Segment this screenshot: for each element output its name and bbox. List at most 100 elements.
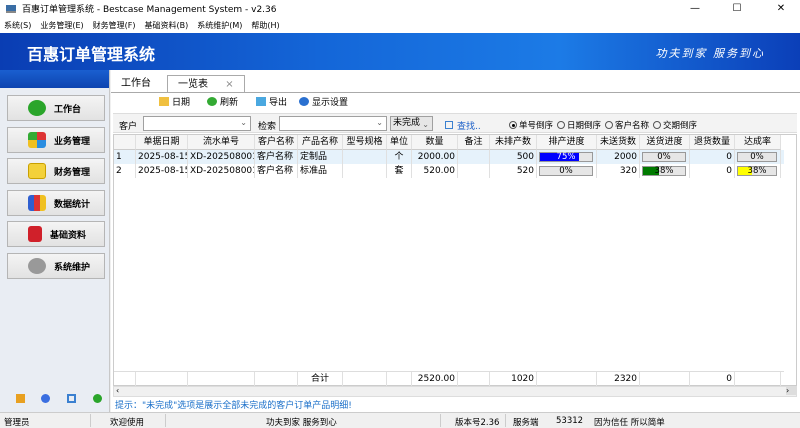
sort-by-date-radio[interactable]: 日期倒序: [557, 119, 601, 131]
maximize-button[interactable]: ☐: [722, 0, 752, 17]
total-row-number: [114, 372, 136, 386]
exit-icon[interactable]: [93, 394, 102, 403]
book-icon: [28, 226, 42, 242]
close-button[interactable]: ✕: [766, 0, 796, 17]
sidebar-item-workbench[interactable]: 工作台: [7, 95, 105, 121]
banner-slogan: 功夫到家 服务到心: [655, 47, 765, 60]
sidebar-item-maintenance[interactable]: 系统维护: [7, 253, 105, 279]
progress-bar: 75%: [539, 152, 593, 162]
cell-qty: 520.00: [412, 164, 458, 178]
sidebar-item-basic-data[interactable]: 基础资料: [7, 221, 105, 247]
table-row[interactable]: 2 2025-08-15 XD-202508001 客户名称 标准品 套 520.00 520…: [114, 164, 784, 178]
status-user: 管理员: [4, 418, 30, 428]
app-title: 百惠订单管理系统: [27, 45, 156, 64]
sidebar-item-statistics[interactable]: 数据统计: [7, 190, 105, 216]
cell-delivery-progress: 0%: [640, 150, 690, 164]
sidebar-item-label: 系统维护: [54, 262, 91, 273]
cell-unit: 套: [387, 164, 412, 178]
bar-chart-icon: [28, 195, 46, 211]
sort-by-delivery-radio[interactable]: 交期倒序: [653, 119, 697, 131]
cell-qty: 2000.00: [412, 150, 458, 164]
total-remark: [458, 372, 490, 386]
gear-icon: [28, 258, 46, 274]
minimize-button[interactable]: —: [680, 0, 710, 17]
total-rate: [735, 372, 781, 386]
cell-unsent: 320: [597, 164, 640, 178]
sort-by-number-radio[interactable]: 单号倒序: [509, 119, 553, 131]
progress-bar: 38%: [642, 166, 686, 176]
sidebar-item-finance[interactable]: 财务管理: [7, 158, 105, 184]
progress-bar: 38%: [737, 166, 777, 176]
find-button[interactable]: 查找..: [445, 119, 481, 132]
check-icon: [28, 100, 46, 116]
horizontal-scrollbar[interactable]: ‹ ›: [113, 386, 797, 397]
status-motto: 因为信任 所以简单: [594, 418, 665, 428]
menu-maintenance[interactable]: 系统维护(M): [197, 20, 242, 31]
export-button[interactable]: 导出: [256, 95, 287, 108]
filter-bar: 客户 ⌄ 检索 ⌄ 未完成 ⌄ 查找.. 单号倒序 日期倒序 客户名称 交期倒序: [113, 113, 797, 133]
settings-icon: [299, 97, 309, 106]
folder-icon: [28, 163, 46, 179]
cell-date: 2025-08-15: [138, 150, 188, 164]
column-header-delivery-progress: 送货进度: [640, 135, 690, 150]
cell-delivery-progress: 38%: [640, 164, 690, 178]
total-product: 合计: [298, 372, 343, 386]
menu-help[interactable]: 帮助(H): [251, 20, 279, 31]
search-icon[interactable]: [67, 394, 76, 403]
total-unscheduled: 1020: [490, 372, 537, 386]
customer-label: 客户: [119, 122, 138, 132]
status-slogan: 功夫到家 服务到心: [266, 418, 337, 428]
magnifier-icon: [445, 121, 453, 129]
display-settings-button[interactable]: 显示设置: [299, 95, 348, 108]
menu-system[interactable]: 系统(S): [4, 20, 31, 31]
tab-label: 一览表: [178, 79, 208, 90]
menu-finance[interactable]: 财务管理(F): [93, 20, 136, 31]
cell-row-number: 2: [114, 164, 136, 178]
cell-sched-progress: 0%: [537, 164, 597, 178]
column-header-remark: 备注: [458, 135, 490, 150]
sort-by-customer-radio[interactable]: 客户名称: [605, 119, 649, 131]
menu-basic-data[interactable]: 基础资料(B): [144, 20, 188, 31]
cell-unsent: 2000: [597, 150, 640, 164]
search-input[interactable]: ⌄: [279, 116, 387, 131]
total-date: [136, 372, 188, 386]
sidebar-item-label: 业务管理: [54, 136, 91, 147]
tab-workbench[interactable]: 工作台: [111, 75, 161, 92]
column-header-row-number: [114, 135, 136, 150]
column-header-product: 产品名称: [298, 135, 343, 150]
column-header-date: 单据日期: [136, 135, 188, 150]
main-content: 工作台 一览表 × 日期 刷新 导出 显示设置 客户 ⌄ 检索 ⌄ 未完成 ⌄ 查…: [111, 70, 800, 412]
total-delivery-progress: [640, 372, 690, 386]
status-welcome: 欢迎使用: [110, 418, 145, 428]
total-unit: [387, 372, 412, 386]
column-header-rate: 达成率: [735, 135, 781, 150]
column-header-serial: 流水单号: [188, 135, 255, 150]
cell-remark: [458, 150, 490, 164]
customer-select[interactable]: ⌄: [143, 116, 251, 131]
progress-bar: 0%: [737, 152, 777, 162]
column-header-unit: 单位: [387, 135, 412, 150]
column-header-returns: 退货数量: [690, 135, 735, 150]
cell-serial: XD-202508001: [190, 150, 255, 164]
date-button[interactable]: 日期: [159, 95, 190, 108]
tab-close-icon[interactable]: ×: [225, 79, 233, 90]
total-qty: 2520.00: [412, 372, 458, 386]
cell-returns: 0: [690, 164, 735, 178]
key-icon[interactable]: [16, 394, 25, 403]
chevron-down-icon: ⌄: [240, 118, 247, 127]
sidebar-item-business[interactable]: 业务管理: [7, 127, 105, 153]
hint-text: 提示："未完成"选项是展示全部未完成的客户订单产品明细!: [115, 401, 352, 411]
chevron-down-icon: ⌄: [422, 120, 429, 129]
table-row[interactable]: 1 2025-08-15 XD-202508001 客户名称 定制品 个 2000.00 50…: [114, 150, 784, 164]
column-header-customer: 客户名称: [255, 135, 298, 150]
status-select[interactable]: 未完成 ⌄: [390, 116, 433, 131]
total-unsent: 2320: [597, 372, 640, 386]
menu-bar: 系统(S) 业务管理(E) 财务管理(F) 基础资料(B) 系统维护(M) 帮助…: [0, 17, 800, 33]
refresh-icon: [207, 97, 217, 106]
menu-business[interactable]: 业务管理(E): [40, 20, 83, 31]
cell-unit: 个: [387, 150, 412, 164]
tab-list[interactable]: 一览表 ×: [167, 75, 245, 92]
cell-model: [343, 150, 387, 164]
clock-icon[interactable]: [41, 394, 50, 403]
refresh-button[interactable]: 刷新: [207, 95, 238, 108]
